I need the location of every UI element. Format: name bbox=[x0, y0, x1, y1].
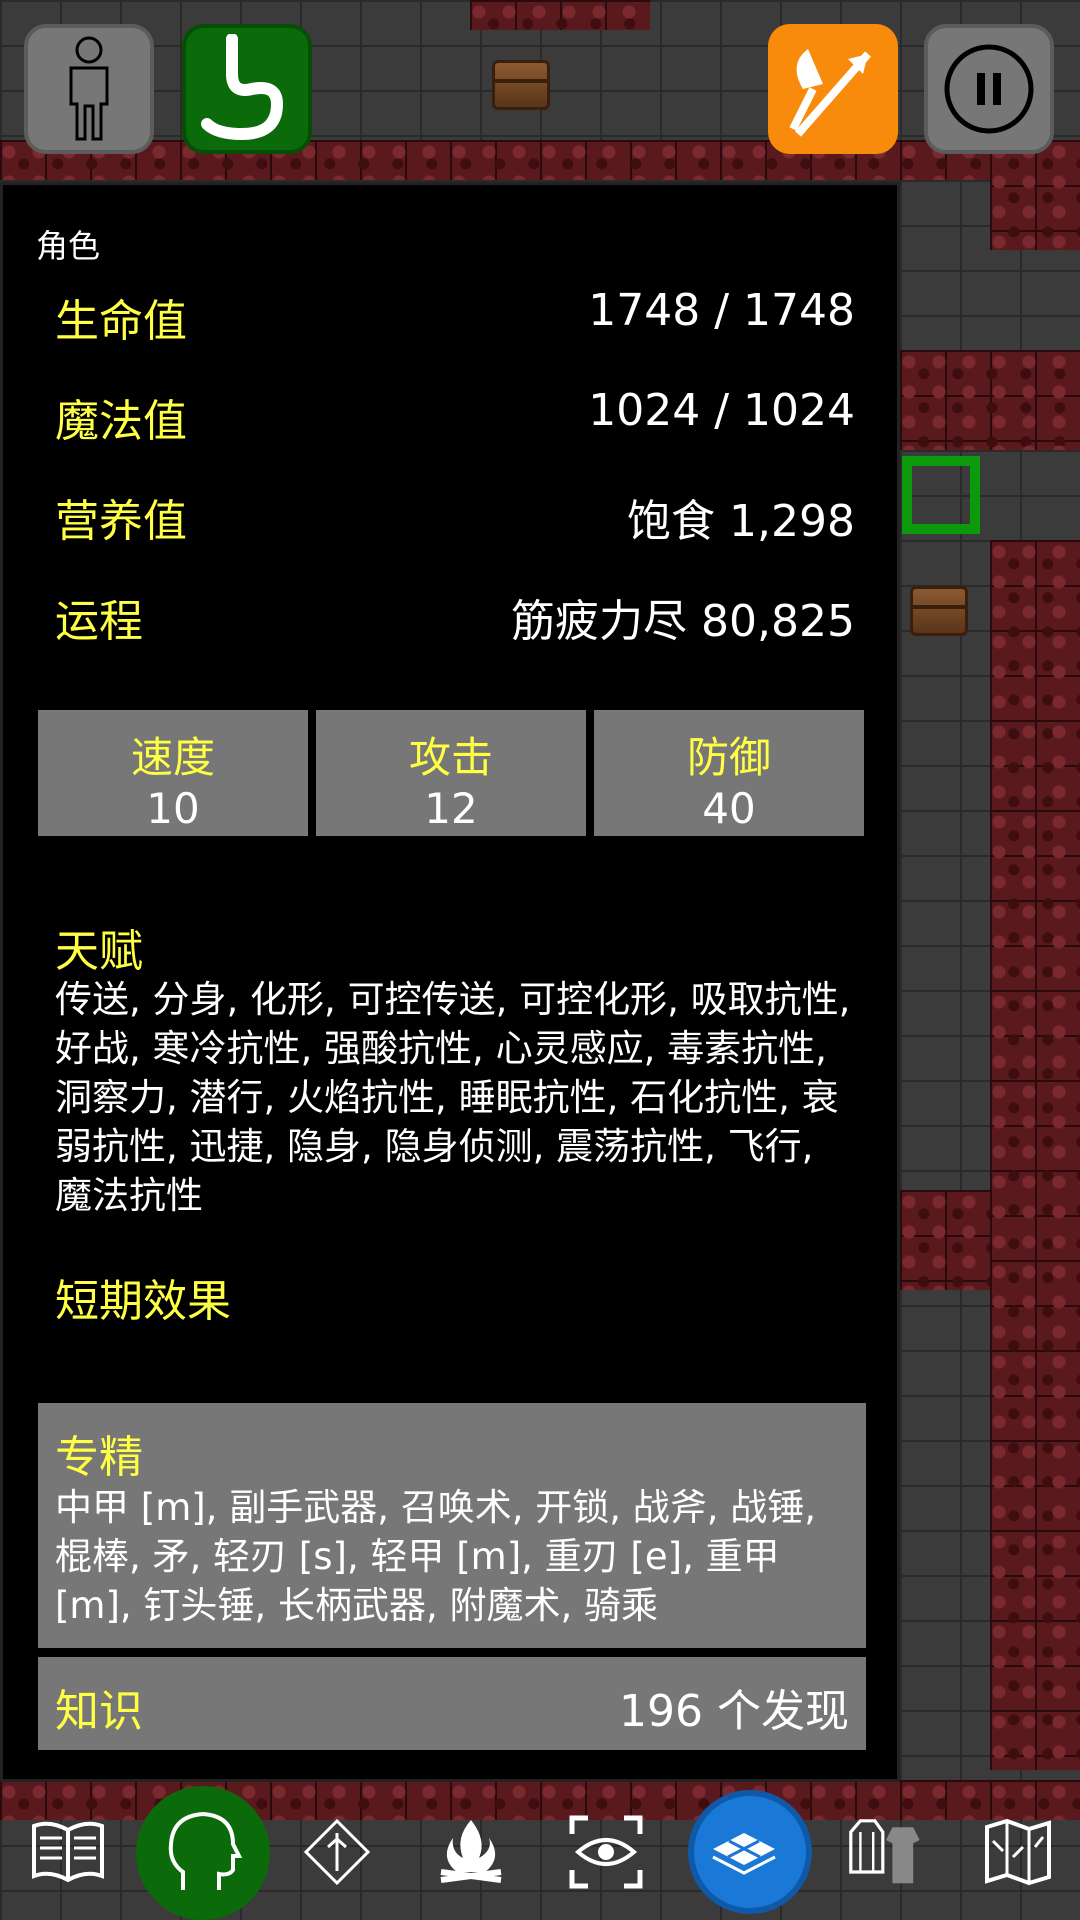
bow-arrow-icon bbox=[789, 49, 872, 137]
selection-cursor bbox=[902, 456, 980, 534]
attribute-value: 40 bbox=[702, 784, 756, 833]
stat-label: 运程 bbox=[55, 596, 143, 647]
chest-item[interactable] bbox=[910, 586, 968, 636]
stat-label: 魔法值 bbox=[55, 396, 187, 447]
rest-button[interactable] bbox=[431, 1812, 511, 1892]
expertise-heading: 专精 bbox=[55, 1432, 143, 1483]
map-tiles-button[interactable] bbox=[704, 1812, 784, 1892]
stat-label: 生命值 bbox=[55, 296, 187, 347]
stat-row-hp: 生命值 1748 / 1748 bbox=[55, 285, 855, 347]
attribute-attack: 攻击 12 bbox=[316, 710, 586, 836]
stomach-icon bbox=[201, 34, 284, 141]
talents-text: 传送, 分身, 化形, 可控传送, 可控化形, 吸取抗性, 好战, 寒冷抗性, … bbox=[55, 978, 851, 1217]
character-button[interactable] bbox=[24, 24, 154, 154]
stat-value: 饱食 1,298 bbox=[627, 496, 855, 547]
wall-tiles bbox=[990, 140, 1080, 250]
pause-icon bbox=[944, 44, 1034, 134]
map-tiles-icon bbox=[712, 1833, 776, 1875]
look-icon bbox=[569, 1815, 643, 1889]
stat-row-mp: 魔法值 1024 / 1024 bbox=[55, 385, 855, 447]
attribute-defense: 防御 40 bbox=[594, 710, 864, 836]
wall-tiles bbox=[0, 140, 1080, 180]
attribute-label: 攻击 bbox=[408, 733, 493, 782]
spell-button[interactable] bbox=[297, 1812, 377, 1892]
spell-icon bbox=[303, 1818, 371, 1886]
wall-tiles bbox=[470, 0, 650, 30]
knowledge-value: 196 个发现 bbox=[619, 1686, 849, 1737]
talk-button[interactable] bbox=[163, 1811, 243, 1892]
chest-item[interactable] bbox=[492, 60, 550, 110]
campfire-icon bbox=[440, 1820, 502, 1883]
hunger-button[interactable] bbox=[182, 24, 312, 154]
wall-tiles bbox=[900, 1190, 990, 1290]
stat-value: 1024 / 1024 bbox=[588, 385, 855, 436]
wall-tiles bbox=[900, 350, 1080, 450]
panel-title: 角色 bbox=[36, 227, 101, 265]
attribute-value: 10 bbox=[146, 784, 200, 833]
stat-row-nutrition: 营养值 饱食 1,298 bbox=[55, 485, 855, 547]
attribute-value: 12 bbox=[424, 784, 478, 833]
expertise-box: 专精 中甲 [m], 副手武器, 召唤术, 开锁, 战斧, 战锤, 棍棒, 矛,… bbox=[38, 1403, 866, 1648]
stat-value: 筋疲力尽 80,825 bbox=[511, 596, 855, 647]
talents-heading: 天赋 bbox=[55, 926, 143, 977]
head-icon bbox=[168, 1811, 243, 1890]
character-icon bbox=[69, 36, 109, 141]
stat-row-luck: 运程 筋疲力尽 80,825 bbox=[55, 585, 855, 647]
knowledge-label: 知识 bbox=[55, 1686, 143, 1737]
wall-tiles bbox=[990, 540, 1080, 1770]
ranged-attack-button[interactable] bbox=[768, 24, 898, 154]
equipment-button[interactable] bbox=[846, 1812, 926, 1892]
map-button[interactable] bbox=[978, 1812, 1058, 1892]
attribute-label: 防御 bbox=[686, 733, 771, 782]
short-effects-heading: 短期效果 bbox=[55, 1276, 231, 1327]
knowledge-row[interactable]: 知识 196 个发现 bbox=[38, 1657, 866, 1750]
attribute-label: 速度 bbox=[130, 733, 215, 782]
character-panel: 角色 生命值 1748 / 1748 魔法值 1024 / 1024 营养值 饱… bbox=[0, 182, 900, 1782]
stat-label: 营养值 bbox=[55, 496, 187, 547]
journal-button[interactable] bbox=[28, 1812, 108, 1892]
equipment-icon bbox=[849, 1819, 920, 1884]
stat-value: 1748 / 1748 bbox=[588, 285, 855, 336]
map-icon bbox=[985, 1818, 1051, 1886]
look-button[interactable] bbox=[566, 1812, 646, 1892]
attribute-speed: 速度 10 bbox=[38, 710, 308, 836]
expertise-text: 中甲 [m], 副手武器, 召唤术, 开锁, 战斧, 战锤, 棍棒, 矛, 轻刃… bbox=[55, 1486, 817, 1627]
pause-button[interactable] bbox=[924, 24, 1054, 154]
book-icon bbox=[32, 1821, 104, 1883]
